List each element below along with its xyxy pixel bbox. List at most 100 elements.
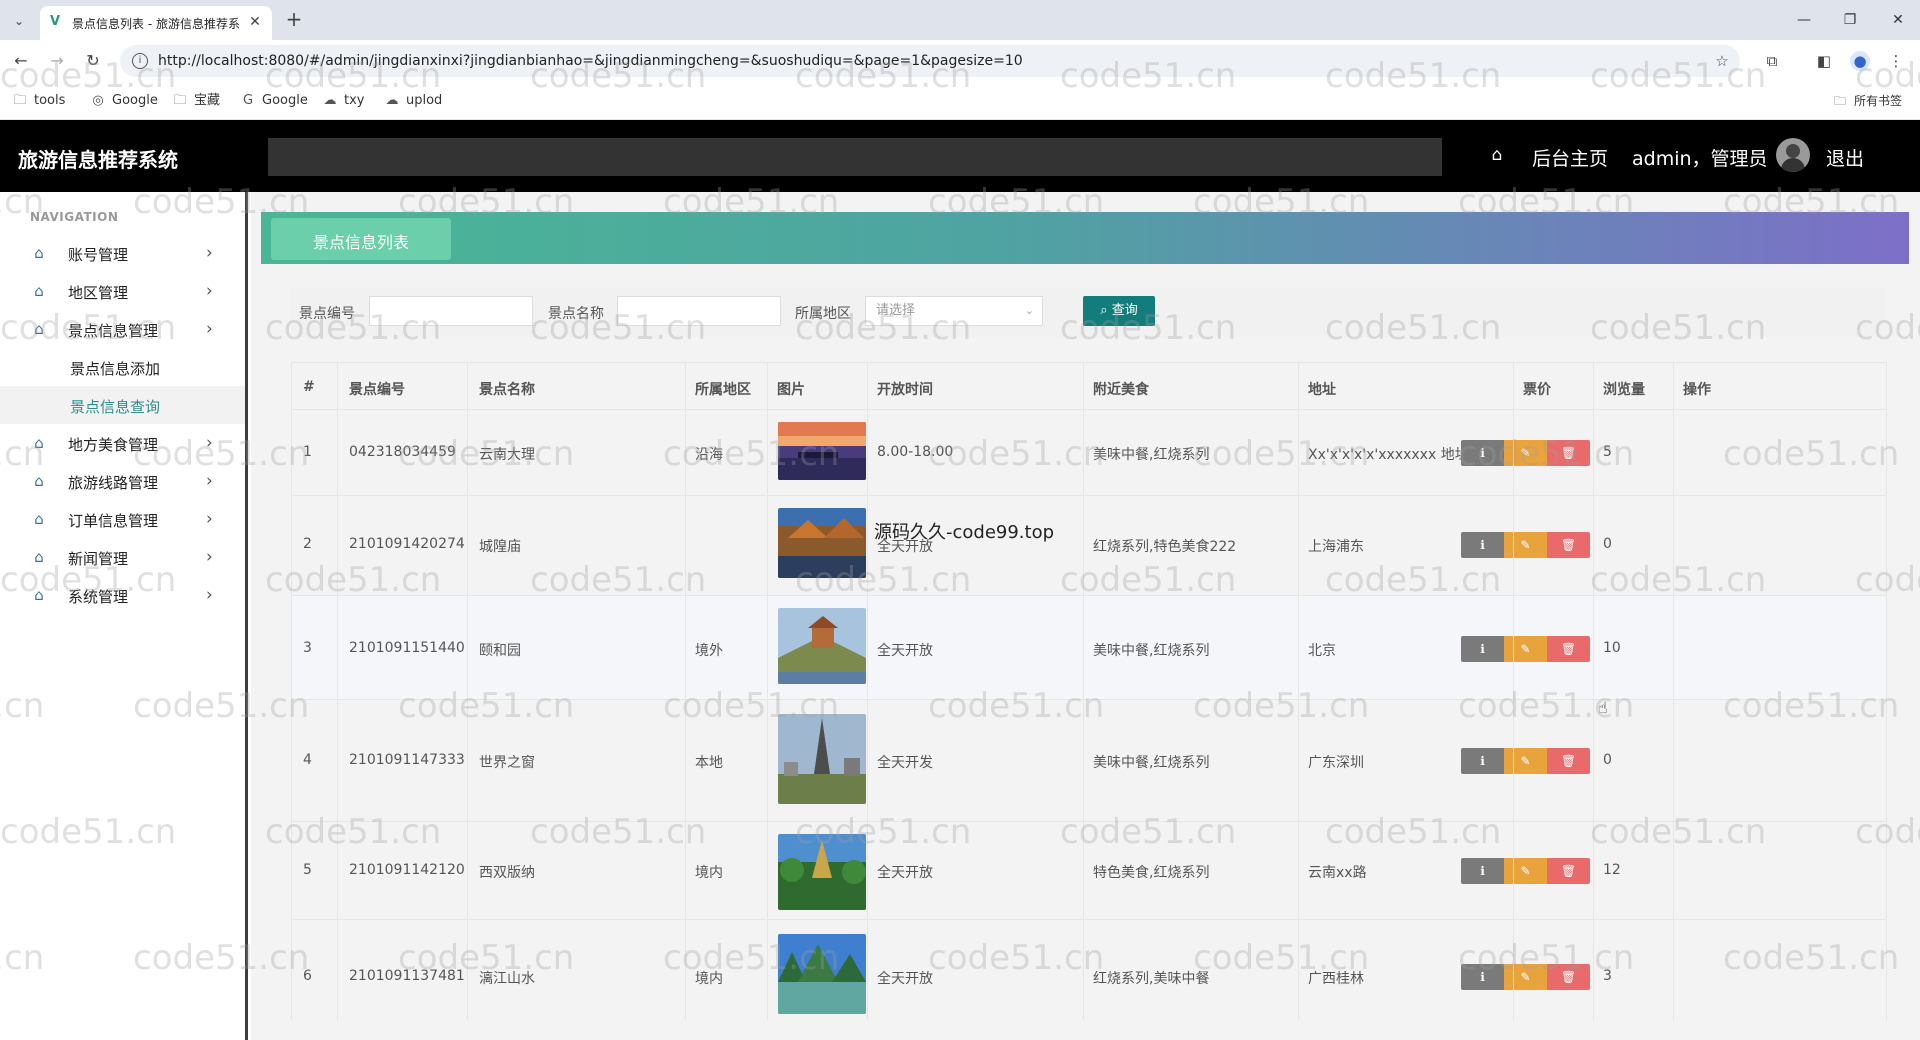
code-input[interactable] [369,296,533,326]
region-placeholder: 请选择 [876,303,916,318]
bookmark-star-icon[interactable]: ☆ [1712,51,1732,71]
page-title: 景点信息列表 [312,233,409,252]
sidebar-item-accounts[interactable]: ⌂ 账号管理 › [0,234,245,272]
search-button[interactable]: ⌕ 查询 [1083,296,1155,326]
column-divider [685,362,686,1020]
view-details-button[interactable]: ℹ [1461,532,1504,558]
url-text[interactable]: http://localhost:8080/#/admin/jingdianxi… [158,53,1023,69]
table-row: 2 2101091420274 城隍庙 全天开放 红烧系列,特色美食222 上海… [291,496,1887,596]
extensions-icon[interactable]: ⧉ [1762,51,1782,71]
edit-button[interactable]: ✎ [1504,532,1547,558]
avatar[interactable] [1776,138,1810,172]
sidebar-item-system[interactable]: ⌂ 系统管理 › [0,576,245,614]
header-views: 浏览量 [1603,382,1645,398]
edit-button[interactable]: ✎ [1504,440,1547,466]
side-panel-icon[interactable]: ◧ [1814,51,1834,71]
logout-link[interactable]: 退出 [1826,144,1864,171]
view-details-button[interactable]: ℹ [1461,636,1504,662]
table-row: 1 042318034459 云南大理 沿海 8.00-18.00 美味中餐,红… [291,410,1887,496]
bookmark-uplod[interactable]: ☁ uplod [384,91,443,111]
overlay-watermark-text: 源码久久-code99.top [874,522,1055,543]
new-tab-button[interactable]: + [282,8,306,32]
home-icon[interactable]: ⌂ [1486,144,1508,166]
home-icon: ⌂ [34,320,44,338]
delete-button[interactable]: 🗑 [1547,440,1590,466]
column-divider [767,362,768,1020]
chevron-right-icon: › [206,243,213,263]
sidebar-item-routes[interactable]: ⌂ 旅游线路管理 › [0,462,245,500]
sidebar-item-news[interactable]: ⌂ 新闻管理 › [0,538,245,576]
row-actions: ℹ ✎ 🗑 [1461,440,1591,466]
column-divider [1886,362,1887,1020]
trash-icon: 🗑 [1560,446,1577,460]
delete-button[interactable]: 🗑 [1547,532,1590,558]
region-select[interactable]: 请选择 ⌄ [865,296,1043,326]
header-code: 景点编号 [349,382,405,398]
delete-button[interactable]: 🗑 [1547,636,1590,662]
sidebar-item-orders[interactable]: ⌂ 订单信息管理 › [0,500,245,538]
bookmark-txy[interactable]: ☁ txy [322,91,365,111]
app-title: 旅游信息推荐系统 [18,148,178,172]
header-name: 景点名称 [479,382,535,398]
sidebar-item-attractions[interactable]: ⌂ 景点信息管理 › [0,310,245,348]
bookmark-tools[interactable]: 🗀 tools [12,91,65,111]
info-icon: ℹ [1480,446,1485,460]
close-tab-icon[interactable]: ✕ [246,13,264,31]
edit-icon: ✎ [1520,538,1531,552]
header-actions: 操作 [1683,382,1711,398]
delete-button[interactable]: 🗑 [1547,858,1590,884]
close-window-icon[interactable]: ✕ [1886,8,1910,32]
reload-icon[interactable]: ↻ [82,50,104,72]
bookmark-baozang[interactable]: 🗀 宝藏 [172,91,220,111]
site-info-icon[interactable]: i [132,53,148,69]
home-icon: ⌂ [34,472,44,490]
profile-icon[interactable]: ● [1850,51,1870,71]
edit-button[interactable]: ✎ [1504,858,1547,884]
delete-button[interactable]: 🗑 [1547,964,1590,990]
edit-button[interactable]: ✎ [1504,964,1547,990]
back-icon[interactable]: ← [10,50,32,72]
delete-button[interactable]: 🗑 [1547,748,1590,774]
admin-home-link[interactable]: 后台主页 [1532,144,1608,171]
column-divider [1593,362,1594,1020]
attraction-image [778,934,866,1014]
row-actions: ℹ ✎ 🗑 [1461,858,1591,884]
tab-title: 景点信息列表 - 旅游信息推荐系 [72,17,240,31]
sidebar-item-local-food[interactable]: ⌂ 地方美食管理 › [0,424,245,462]
all-bookmarks[interactable]: 🗀 所有书签 [1832,91,1902,111]
name-input[interactable] [617,296,781,326]
banner-tab[interactable]: 景点信息列表 [271,218,451,260]
row-actions: ℹ ✎ 🗑 [1461,964,1591,990]
browser-toolbar: ← → ↻ i http://localhost:8080/#/admin/ji… [0,40,1920,82]
browser-tab[interactable]: V 景点信息列表 - 旅游信息推荐系 ✕ [40,6,272,40]
tab-search-icon[interactable]: ⌄ [8,10,30,32]
view-details-button[interactable]: ℹ [1461,964,1504,990]
forward-icon[interactable]: → [46,50,68,72]
attraction-image [778,714,866,804]
column-divider [467,362,468,1020]
chevron-right-icon: › [206,547,213,567]
edit-button[interactable]: ✎ [1504,636,1547,662]
folder-icon: 🗀 [173,93,187,108]
info-icon: ℹ [1480,864,1485,878]
address-bar[interactable]: i http://localhost:8080/#/admin/jingdian… [120,45,1740,77]
view-details-button[interactable]: ℹ [1461,440,1504,466]
menu-icon[interactable]: ⋮ [1886,51,1906,71]
home-icon: ⌂ [34,282,44,300]
bookmark-google-2[interactable]: G Google [240,91,308,111]
sidebar-sub-query-attraction[interactable]: 景点信息查询 [0,386,245,424]
globe-icon: ◎ [92,93,104,108]
sidebar-sub-add-attraction[interactable]: 景点信息添加 [0,348,245,386]
restore-icon[interactable]: ❐ [1838,8,1862,32]
folder-icon: 🗀 [13,93,27,108]
header-index: # [303,379,315,395]
minimize-icon[interactable]: — [1792,8,1816,32]
view-details-button[interactable]: ℹ [1461,858,1504,884]
edit-button[interactable]: ✎ [1504,748,1547,774]
bookmark-google[interactable]: ◎ Google [90,91,158,111]
attraction-image [778,508,866,578]
view-details-button[interactable]: ℹ [1461,748,1504,774]
chevron-right-icon: › [206,471,213,491]
info-icon: ℹ [1480,970,1485,984]
sidebar-item-regions[interactable]: ⌂ 地区管理 › [0,272,245,310]
